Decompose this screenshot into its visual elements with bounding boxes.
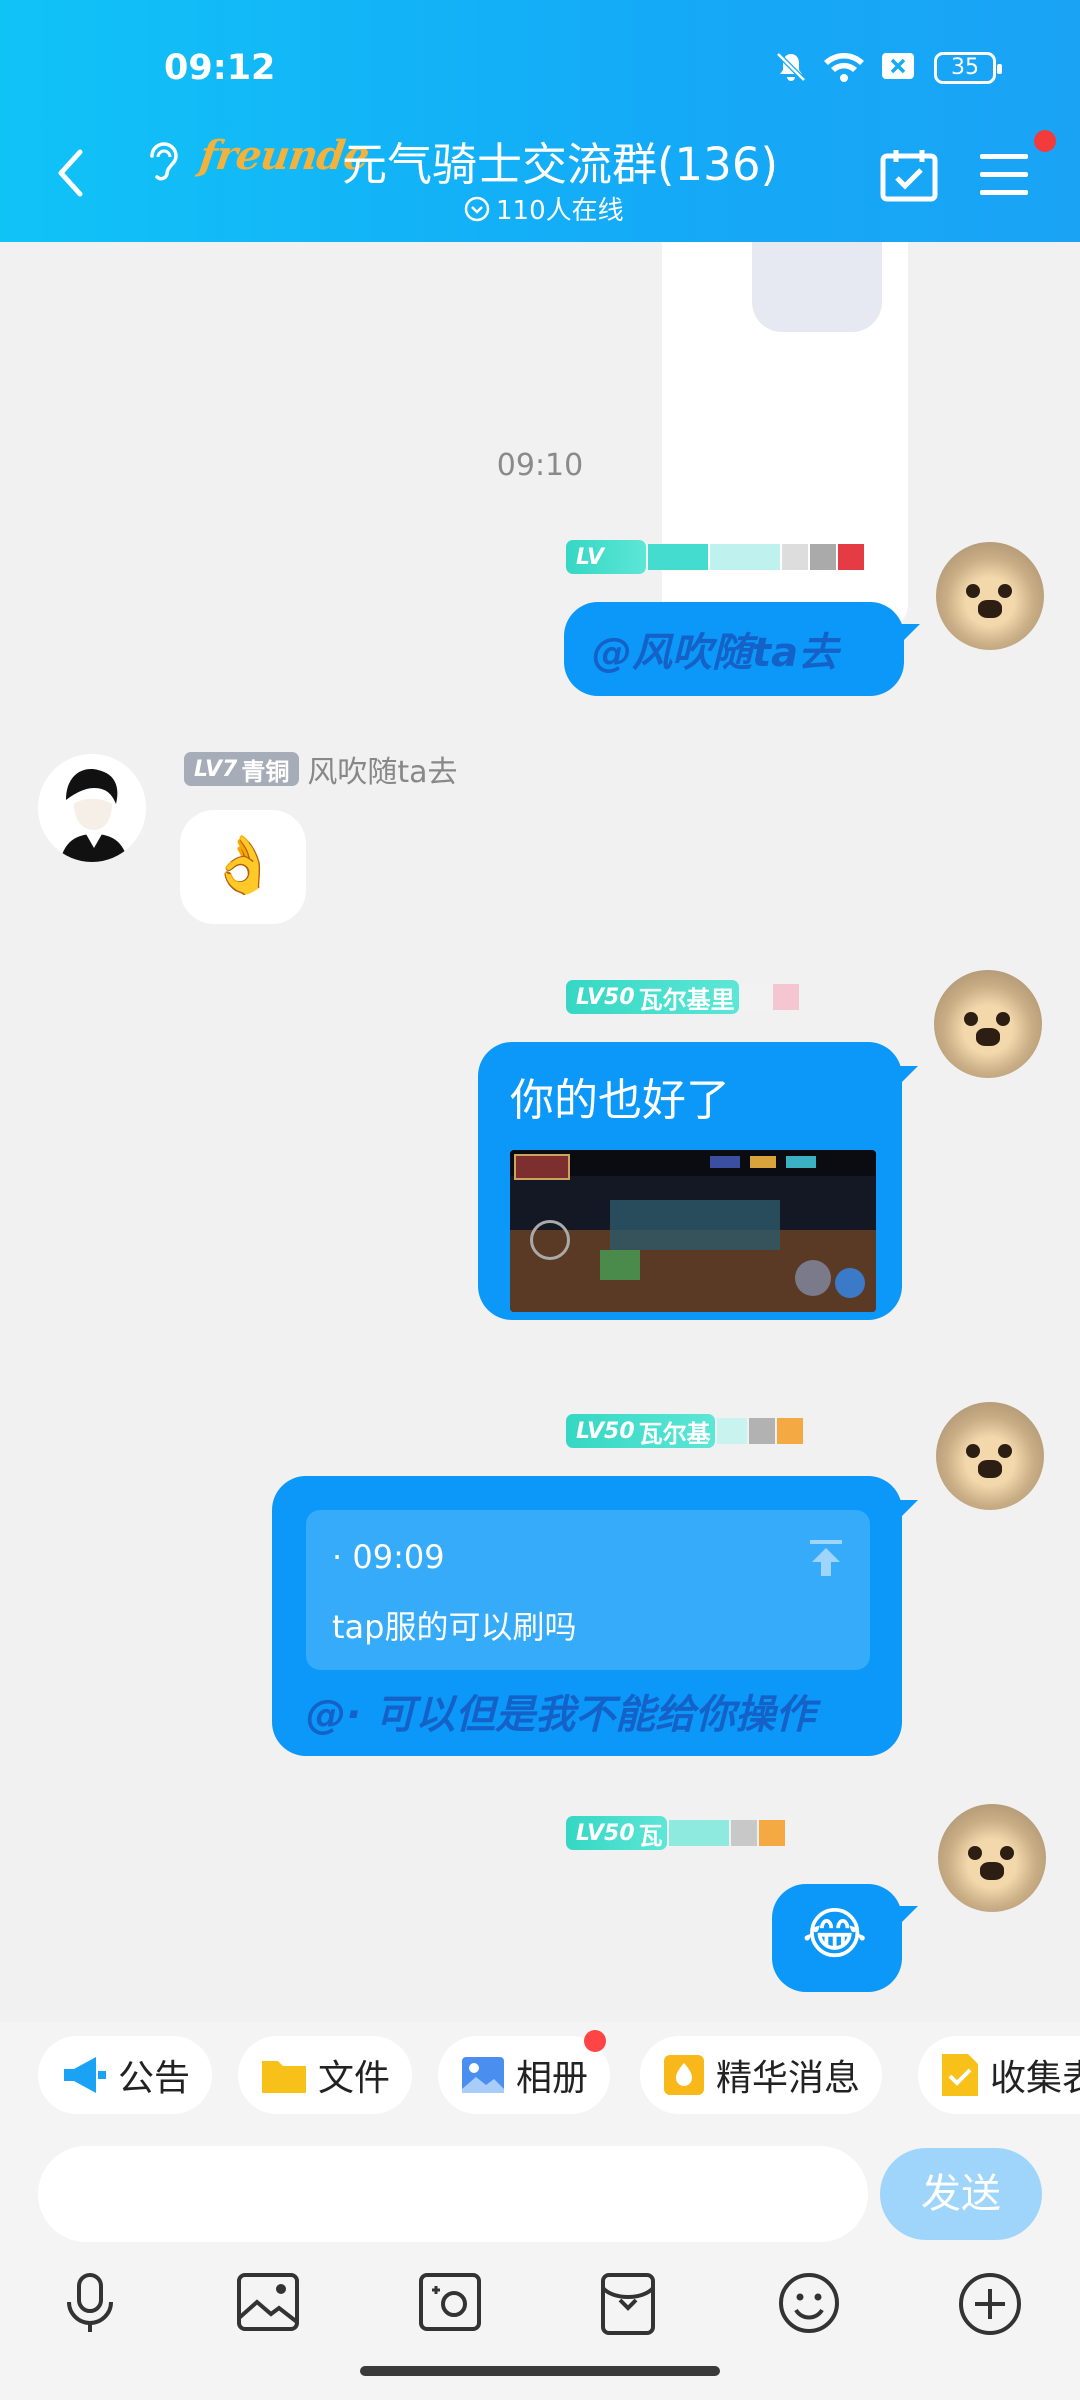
send-button[interactable]: 发送 (880, 2148, 1042, 2240)
essence-icon (664, 2055, 704, 2095)
group-shortcut-bar[interactable]: 公告 文件 相册 精华消息 收集表 (0, 2022, 1080, 2132)
image-icon[interactable] (236, 2272, 300, 2332)
online-text: 110人在线 (496, 196, 624, 226)
bubble-tail (898, 1500, 918, 1520)
message-bubble[interactable]: 你的也好了 (478, 1042, 902, 1320)
avatar-illustration (60, 769, 128, 862)
message-bubble[interactable]: · 09:09 tap服的可以刷吗 @· 可以但是我不能给你操作 (272, 1476, 902, 1756)
calendar-check-icon[interactable] (880, 148, 938, 202)
mention-text: @· 可以但是我不能给你操作 (306, 1692, 816, 1738)
mute-bell-icon (776, 52, 806, 82)
chip-label: 公告 (118, 2058, 191, 2099)
chip-essence[interactable]: 精华消息 (640, 2036, 883, 2114)
level-tag: LV50 瓦尔基 (566, 1414, 715, 1448)
chip-files[interactable]: 文件 (238, 2036, 413, 2114)
avatar[interactable] (38, 754, 146, 862)
wifi-icon (824, 53, 864, 82)
chip-label: 文件 (318, 2058, 391, 2099)
sender-name: 瓦 (638, 1821, 663, 1850)
level-tag: LV50 瓦 (566, 1816, 667, 1850)
blurred-name (810, 544, 836, 570)
quoted-message[interactable]: · 09:09 tap服的可以刷吗 (306, 1510, 870, 1670)
album-icon (462, 2057, 504, 2093)
menu-icon[interactable] (978, 152, 1030, 196)
form-icon (942, 2054, 978, 2096)
mic-icon[interactable] (62, 2272, 118, 2334)
message-bubble[interactable]: 👌 (180, 810, 306, 924)
composer: 发送 (0, 2132, 1080, 2252)
emoji: 👌 (208, 833, 278, 898)
bubble-tail (898, 1906, 918, 1926)
input-action-bar (0, 2252, 1080, 2400)
mention-text: @风吹随ta去 (592, 630, 839, 676)
quote-time: · 09:09 (332, 1538, 445, 1576)
blurred-name (772, 984, 799, 1010)
avatar[interactable] (938, 1804, 1046, 1912)
blurred-name (668, 1820, 729, 1846)
back-icon[interactable] (56, 148, 84, 198)
scroll-to-top-icon[interactable] (808, 1538, 844, 1578)
plus-icon[interactable] (958, 2272, 1022, 2336)
quote-text: tap服的可以刷吗 (332, 1608, 577, 1646)
bubble-tail (898, 1066, 918, 1086)
emoji-icon[interactable] (778, 2272, 840, 2334)
camera-icon[interactable] (418, 2272, 482, 2332)
chip-label: 收集表 (990, 2058, 1080, 2099)
chip-announcement[interactable]: 公告 (38, 2036, 213, 2114)
card-image-shape (752, 242, 882, 332)
megaphone-icon (64, 2057, 106, 2093)
app-header: 09:12 35 freunde 元气骑士交流群(136) 110人在线 (0, 0, 1080, 242)
red-packet-icon[interactable] (600, 2272, 656, 2336)
chip-label: 精华消息 (716, 2058, 861, 2099)
chip-collection[interactable]: 收集表 (918, 2036, 1080, 2114)
avatar[interactable] (936, 1402, 1044, 1510)
blurred-name (710, 544, 780, 570)
level-tag: LV (566, 540, 646, 574)
sender-tag-row: LV50 瓦尔基 (566, 1414, 803, 1448)
chip-label: 相册 (516, 2058, 589, 2099)
group-title[interactable]: 元气骑士交流群(136) (342, 128, 778, 193)
sender-name: 瓦尔基里 (638, 985, 735, 1014)
status-bar: 09:12 35 (0, 48, 1080, 92)
online-count[interactable]: 110人在线 (464, 190, 624, 227)
blurred-name (648, 544, 708, 570)
folder-icon (262, 2061, 306, 2093)
new-badge-dot (584, 2030, 606, 2052)
blurred-name (758, 1820, 785, 1846)
blurred-name (716, 1418, 747, 1444)
blurred-name (748, 1418, 775, 1444)
bubble-tail (900, 624, 920, 644)
avatar[interactable] (934, 970, 1042, 1078)
blurred-name (730, 1820, 757, 1846)
blurred-name (782, 544, 808, 570)
sim-off-icon (882, 53, 914, 79)
sender-name: 风吹随ta去 (307, 755, 458, 790)
message-text: 你的也好了 (510, 1075, 730, 1126)
game-screenshot[interactable] (510, 1150, 876, 1312)
level-tag: LV50 瓦尔基里 (566, 980, 739, 1014)
home-indicator[interactable] (360, 2366, 720, 2376)
avatar[interactable] (936, 542, 1044, 650)
message-bubble[interactable]: @风吹随ta去 (564, 602, 904, 696)
level-tag: LV7 青铜 (184, 752, 300, 786)
message-input[interactable] (38, 2146, 868, 2242)
message-bubble[interactable]: 😂 (772, 1884, 902, 1992)
notification-dot (1034, 130, 1056, 152)
chip-album[interactable]: 相册 (438, 2036, 611, 2114)
battery-indicator: 35 (934, 52, 1002, 84)
status-time: 09:12 (164, 48, 276, 88)
sender-tag-row: LV (566, 540, 864, 574)
sender-tag-row: LV50 瓦尔基里 (566, 980, 799, 1014)
sender-tag-row: LV50 瓦 (566, 1816, 785, 1850)
chat-area[interactable]: 09:10 LV @风吹随ta去 LV7 青铜 风吹随ta去 👌 LV50 瓦尔基里… (0, 242, 1080, 2022)
ear-icon[interactable] (144, 138, 180, 182)
chevron-circle-icon (464, 196, 490, 221)
blurred-name (838, 544, 864, 570)
sender-name: 瓦尔基 (638, 1419, 711, 1448)
message-timestamp: 09:10 (496, 448, 584, 483)
blurred-name (776, 1418, 803, 1444)
blurred-name (740, 984, 771, 1010)
sender-tag-row: LV7 青铜 风吹随ta去 (184, 752, 457, 790)
emoji: 😂 (802, 1902, 868, 1967)
